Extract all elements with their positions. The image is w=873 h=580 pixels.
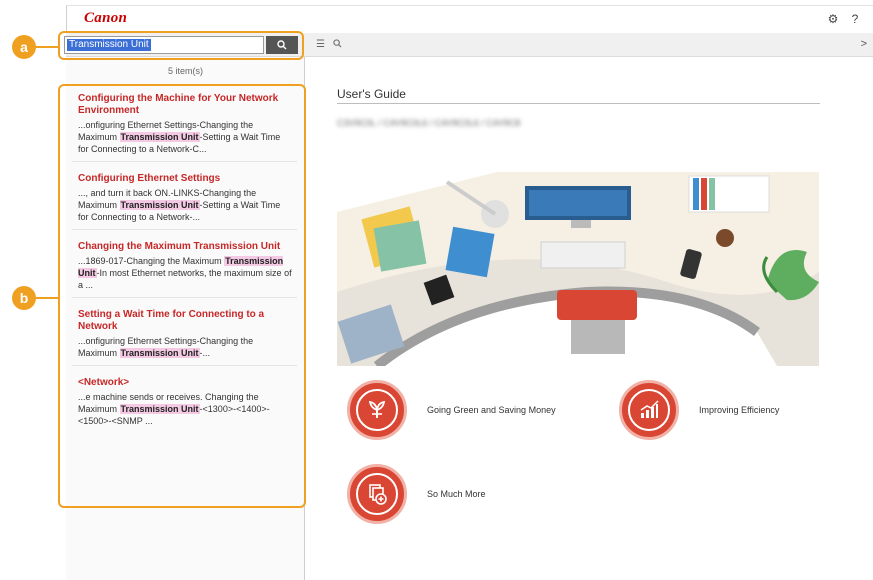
callout-frame-a bbox=[58, 31, 304, 60]
help-icon[interactable]: ? bbox=[849, 12, 861, 26]
toc-toolbar: ☰ bbox=[316, 39, 342, 51]
callout-frame-b bbox=[58, 84, 306, 508]
chevron-right-icon[interactable]: > bbox=[861, 38, 867, 50]
brand-logo: Canon bbox=[84, 10, 128, 26]
bar-chart-icon bbox=[640, 400, 659, 418]
gear-icon[interactable]: ⚙ bbox=[827, 12, 839, 26]
feature-circle[interactable] bbox=[347, 380, 407, 440]
hero-illustration bbox=[337, 172, 819, 366]
documents-plus-icon bbox=[369, 484, 387, 505]
title-divider bbox=[337, 103, 820, 104]
list-icon[interactable]: ☰ bbox=[316, 39, 325, 51]
header-icons: ⚙ ? bbox=[827, 12, 861, 26]
callout-leader-b bbox=[34, 297, 58, 299]
feature-so-much-more[interactable]: So Much More bbox=[347, 464, 486, 524]
callout-badge-b: b bbox=[12, 286, 36, 310]
model-list-blurred: C3V9C0L / C4V9C0L6 / C4V9C0L6 / C4V9C8 bbox=[337, 118, 521, 128]
feature-label[interactable]: Going Green and Saving Money bbox=[427, 405, 556, 415]
feature-going-green[interactable]: Going Green and Saving Money bbox=[347, 380, 556, 440]
feature-improving-efficiency[interactable]: Improving Efficiency bbox=[619, 380, 779, 440]
search-icon[interactable] bbox=[333, 39, 342, 51]
desk-illustration bbox=[337, 172, 819, 366]
callout-badge-a: a bbox=[12, 35, 36, 59]
results-count: 5 item(s) bbox=[167, 66, 203, 76]
feature-circle[interactable] bbox=[347, 464, 407, 524]
feature-circle[interactable] bbox=[619, 380, 679, 440]
feature-label[interactable]: Improving Efficiency bbox=[699, 405, 779, 415]
leaf-icon bbox=[368, 400, 386, 418]
feature-label[interactable]: So Much More bbox=[427, 489, 486, 499]
callout-leader-a bbox=[34, 46, 58, 48]
page-title: User's Guide bbox=[337, 87, 406, 101]
